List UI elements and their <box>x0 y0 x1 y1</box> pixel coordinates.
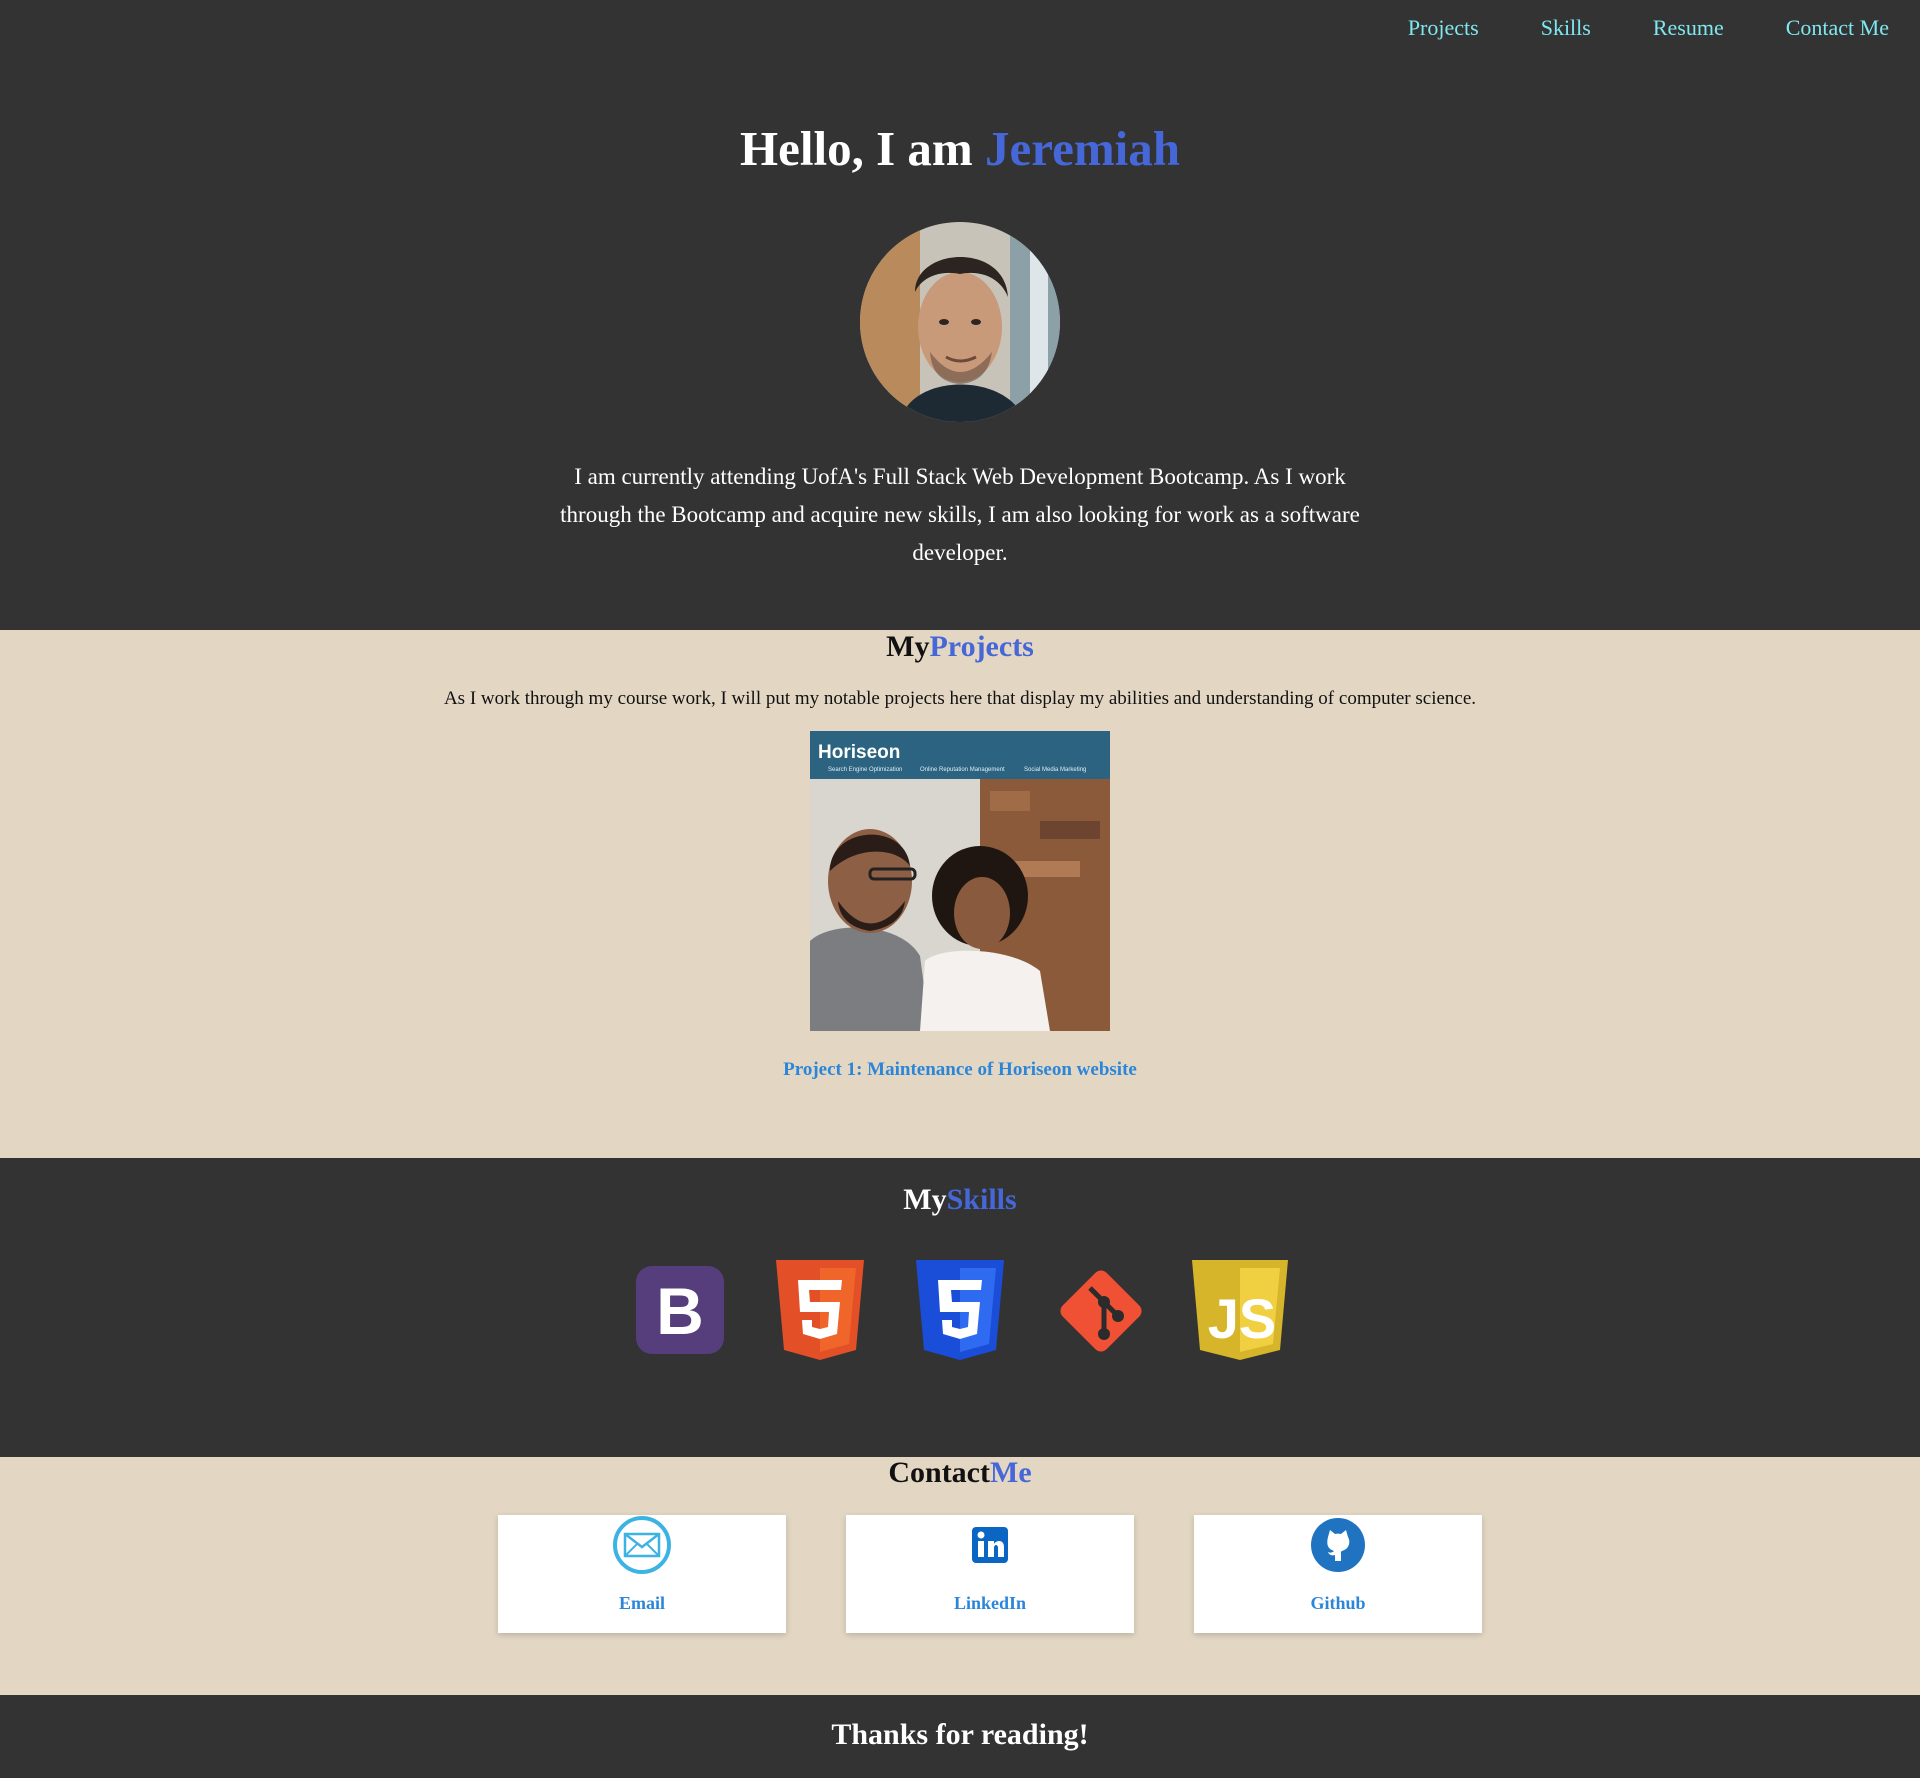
skills-title-prefix: My <box>903 1183 947 1216</box>
nav-skills-link[interactable]: Skills <box>1541 15 1591 41</box>
project-1-thumb-tab-3: Social Media Marketing <box>1024 767 1086 773</box>
hero-name: Jeremiah <box>984 121 1181 176</box>
project-1-thumb-tab-2: Online Reputation Management <box>920 767 1005 773</box>
footer-text: Thanks for reading! <box>831 1718 1089 1751</box>
project-1-thumbnail[interactable]: Horiseon Search Engine Optimization Onli… <box>810 731 1110 1031</box>
contact-title: ContactMe <box>0 1456 1920 1490</box>
top-nav: Projects Skills Resume Contact Me <box>1408 15 1889 41</box>
nav-projects-link[interactable]: Projects <box>1408 15 1479 41</box>
projects-description: As I work through my course work, I will… <box>443 688 1477 709</box>
contact-card-email[interactable]: Email <box>498 1515 786 1633</box>
projects-title: MyProjects <box>0 630 1920 664</box>
nav-contact-link[interactable]: Contact Me <box>1786 15 1889 41</box>
bootstrap-icon: B <box>630 1258 730 1363</box>
svg-text:JS: JS <box>1208 1287 1277 1350</box>
skills-title: MySkills <box>0 1183 1920 1217</box>
contact-card-github[interactable]: Github <box>1194 1515 1482 1633</box>
contact-title-prefix: Contact <box>888 1456 990 1489</box>
project-1-image: Horiseon Search Engine Optimization Onli… <box>810 731 1110 1031</box>
hero-bio: I am currently attending UofA's Full Sta… <box>560 464 1360 565</box>
svg-text:B: B <box>656 1274 704 1348</box>
contact-linkedin-label: LinkedIn <box>953 1593 1027 1613</box>
project-1-thumb-tab-1: Search Engine Optimization <box>828 767 902 773</box>
contact-title-accent: Me <box>990 1456 1032 1489</box>
projects-title-accent: Projects <box>929 630 1034 663</box>
nav-resume-link[interactable]: Resume <box>1653 15 1724 41</box>
git-icon <box>1050 1258 1150 1363</box>
avatar-photo <box>860 222 1060 422</box>
skills-title-accent: Skills <box>946 1183 1017 1216</box>
contact-github-label: Github <box>1310 1593 1366 1613</box>
github-icon <box>1308 1515 1368 1575</box>
linkedin-icon <box>960 1515 1020 1575</box>
email-icon <box>612 1515 672 1575</box>
contact-card-linkedin[interactable]: LinkedIn <box>846 1515 1134 1633</box>
hero-title: Hello, I am Jeremiah <box>0 120 1920 177</box>
javascript-icon: JS <box>1190 1258 1290 1363</box>
hero-greeting: Hello, I am <box>739 121 985 176</box>
contact-email-label: Email <box>618 1593 665 1613</box>
html5-icon <box>770 1258 870 1363</box>
projects-title-prefix: My <box>886 630 930 663</box>
css3-icon <box>910 1258 1010 1363</box>
project-1-thumb-brand: Horiseon <box>818 742 900 763</box>
hero-section: Projects Skills Resume Contact Me Hello,… <box>0 0 1920 630</box>
avatar <box>860 222 1060 422</box>
project-1-link[interactable]: Project 1: Maintenance of Horiseon websi… <box>0 1059 1920 1081</box>
